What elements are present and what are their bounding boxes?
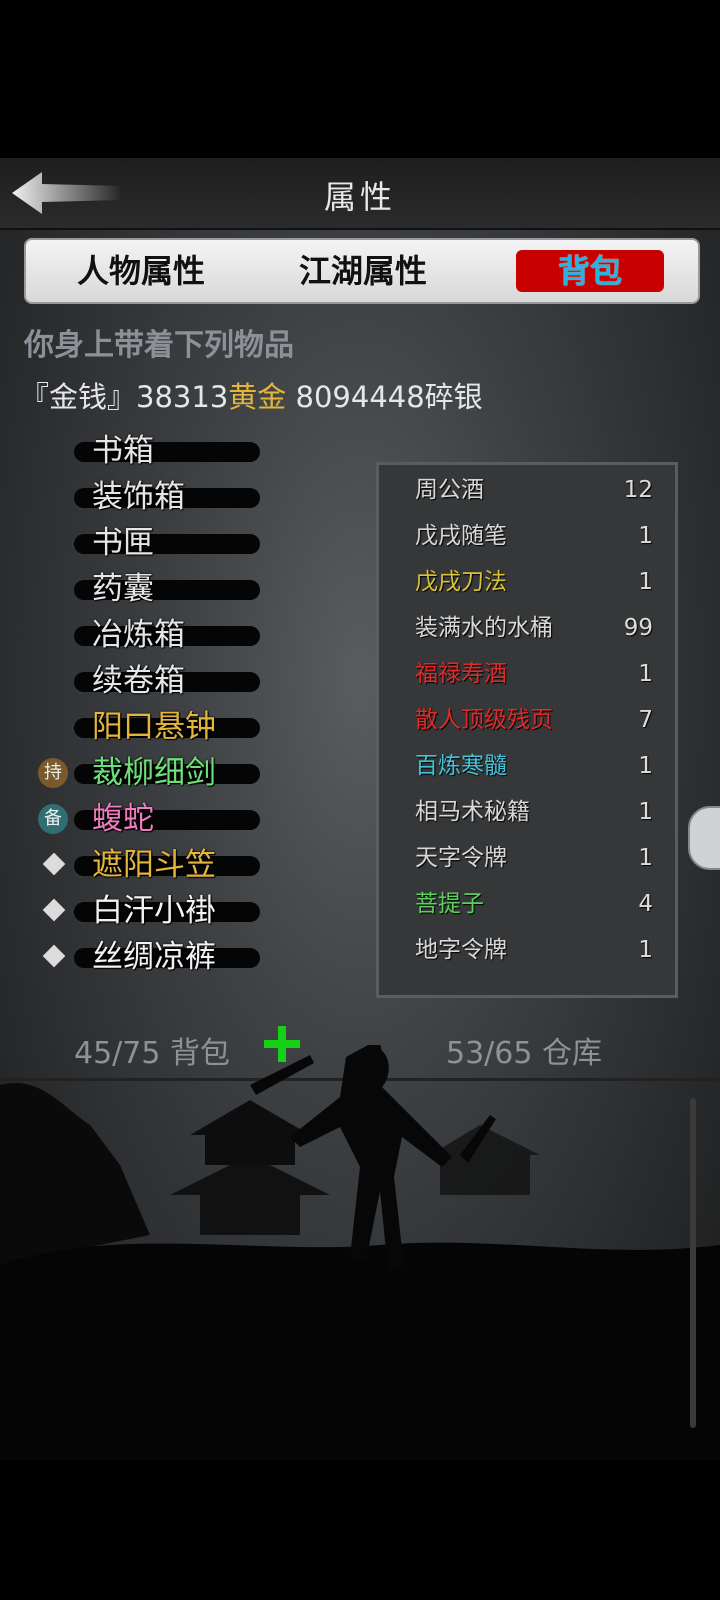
stack-item-row[interactable]: 周公酒 12 bbox=[379, 467, 675, 513]
left-item-row[interactable]: 书匣 bbox=[30, 520, 260, 566]
equipped-diamond-icon bbox=[42, 852, 66, 876]
tab-character-attributes[interactable]: 人物属性 bbox=[66, 250, 216, 292]
stack-item-name: 相马术秘籍 bbox=[415, 799, 530, 825]
stack-item-name: 装满水的水桶 bbox=[415, 615, 553, 641]
stack-item-quantity: 1 bbox=[638, 753, 653, 779]
left-item-label: 遮阳斗笠 bbox=[92, 847, 216, 883]
inventory-note: 你身上带着下列物品 bbox=[24, 328, 294, 363]
left-item-row[interactable]: 书箱 bbox=[30, 428, 260, 474]
stack-item-quantity: 99 bbox=[623, 615, 653, 641]
stack-item-quantity: 1 bbox=[638, 523, 653, 549]
stack-item-name: 百炼寒髓 bbox=[415, 753, 507, 779]
left-item-label: 白汗小褂 bbox=[92, 893, 216, 929]
page-title: 属性 bbox=[323, 178, 396, 216]
left-item-row[interactable]: 药囊 bbox=[30, 566, 260, 612]
stack-item-quantity: 7 bbox=[638, 707, 653, 733]
left-item-label: 阳口悬钟 bbox=[92, 709, 216, 745]
stack-item-row[interactable]: 福禄寿酒 1 bbox=[379, 651, 675, 697]
stack-item-name: 天字令牌 bbox=[415, 845, 507, 871]
left-item-row[interactable]: 备蝮蛇 bbox=[30, 796, 260, 842]
silver-label: 碎银 bbox=[424, 380, 483, 414]
stack-item-name: 福禄寿酒 bbox=[415, 661, 507, 687]
held-badge-icon: 持 bbox=[38, 758, 68, 788]
swordsman-silhouette-artwork bbox=[0, 1045, 720, 1460]
gold-amount: 38313 bbox=[136, 380, 229, 414]
stack-item-quantity: 1 bbox=[638, 799, 653, 825]
stack-item-row[interactable]: 菩提子 4 bbox=[379, 881, 675, 927]
left-item-row[interactable]: 持裁柳细剑 bbox=[30, 750, 260, 796]
stack-item-name: 菩提子 bbox=[415, 891, 484, 917]
money-prefix: 『金钱』 bbox=[20, 380, 137, 414]
left-item-label: 丝绸凉裤 bbox=[92, 939, 216, 975]
stack-item-name: 戊戌刀法 bbox=[415, 569, 507, 595]
stack-item-row[interactable]: 地字令牌 1 bbox=[379, 927, 675, 973]
stack-item-row[interactable]: 散人顶级残页 7 bbox=[379, 697, 675, 743]
stack-item-row[interactable]: 天字令牌 1 bbox=[379, 835, 675, 881]
stack-item-quantity: 1 bbox=[638, 845, 653, 871]
equipped-diamond-icon bbox=[42, 944, 66, 968]
left-item-label: 装饰箱 bbox=[92, 479, 185, 515]
silver-amount: 8094448 bbox=[295, 380, 425, 414]
stack-item-row[interactable]: 百炼寒髓 1 bbox=[379, 743, 675, 789]
left-item-label: 书箱 bbox=[92, 433, 154, 469]
stack-item-quantity: 1 bbox=[638, 937, 653, 963]
stack-item-quantity: 4 bbox=[638, 891, 653, 917]
carried-items-list: 书箱 装饰箱 书匣 药囊 冶炼箱 续卷箱 阳口悬钟持裁柳细剑备蝮蛇 遮阳斗笠 白汗小褂 丝绸凉裤 bbox=[30, 428, 260, 1000]
tab-backpack[interactable]: 背包 bbox=[516, 250, 664, 292]
tab-bar: 人物属性 江湖属性 背包 bbox=[24, 238, 700, 304]
side-panel-toggle[interactable] bbox=[688, 806, 720, 870]
left-item-row[interactable]: 装饰箱 bbox=[30, 474, 260, 520]
left-item-row[interactable]: 白汗小褂 bbox=[30, 888, 260, 934]
scrollbar[interactable] bbox=[690, 1098, 696, 1428]
stack-item-row[interactable]: 戊戌刀法 1 bbox=[379, 559, 675, 605]
left-item-row[interactable]: 丝绸凉裤 bbox=[30, 934, 260, 980]
left-item-row[interactable]: 遮阳斗笠 bbox=[30, 842, 260, 888]
stack-item-name: 戊戌随笔 bbox=[415, 523, 507, 549]
money-line: 『金钱』38313黄金 8094448碎银 bbox=[20, 374, 483, 416]
left-item-row[interactable]: 阳口悬钟 bbox=[30, 704, 260, 750]
gold-label: 黄金 bbox=[228, 380, 287, 414]
left-item-label: 蝮蛇 bbox=[92, 801, 154, 837]
stack-item-name: 散人顶级残页 bbox=[415, 707, 553, 733]
left-item-label: 裁柳细剑 bbox=[92, 755, 216, 791]
left-item-label: 书匣 bbox=[92, 525, 154, 561]
stack-item-row[interactable]: 相马术秘籍 1 bbox=[379, 789, 675, 835]
left-item-label: 续卷箱 bbox=[92, 663, 185, 699]
stack-item-row[interactable]: 装满水的水桶 99 bbox=[379, 605, 675, 651]
left-item-row[interactable]: 冶炼箱 bbox=[30, 612, 260, 658]
stack-item-quantity: 1 bbox=[638, 661, 653, 687]
left-item-row[interactable]: 续卷箱 bbox=[30, 658, 260, 704]
stack-item-name: 周公酒 bbox=[415, 477, 484, 503]
tab-jianghu-attributes[interactable]: 江湖属性 bbox=[288, 250, 438, 292]
left-item-label: 药囊 bbox=[92, 571, 154, 607]
left-item-label: 冶炼箱 bbox=[92, 617, 185, 653]
stack-item-name: 地字令牌 bbox=[415, 937, 507, 963]
stack-item-row[interactable]: 戊戌随笔 1 bbox=[379, 513, 675, 559]
item-stack-panel: 周公酒 12 戊戌随笔 1 戊戌刀法 1 装满水的水桶 99 福禄寿酒 1 散人顶级残页 7 百炼寒髓 1… bbox=[376, 462, 678, 998]
spare-badge-icon: 备 bbox=[38, 804, 68, 834]
stack-item-quantity: 12 bbox=[623, 477, 653, 503]
stack-item-quantity: 1 bbox=[638, 569, 653, 595]
equipped-diamond-icon bbox=[42, 898, 66, 922]
